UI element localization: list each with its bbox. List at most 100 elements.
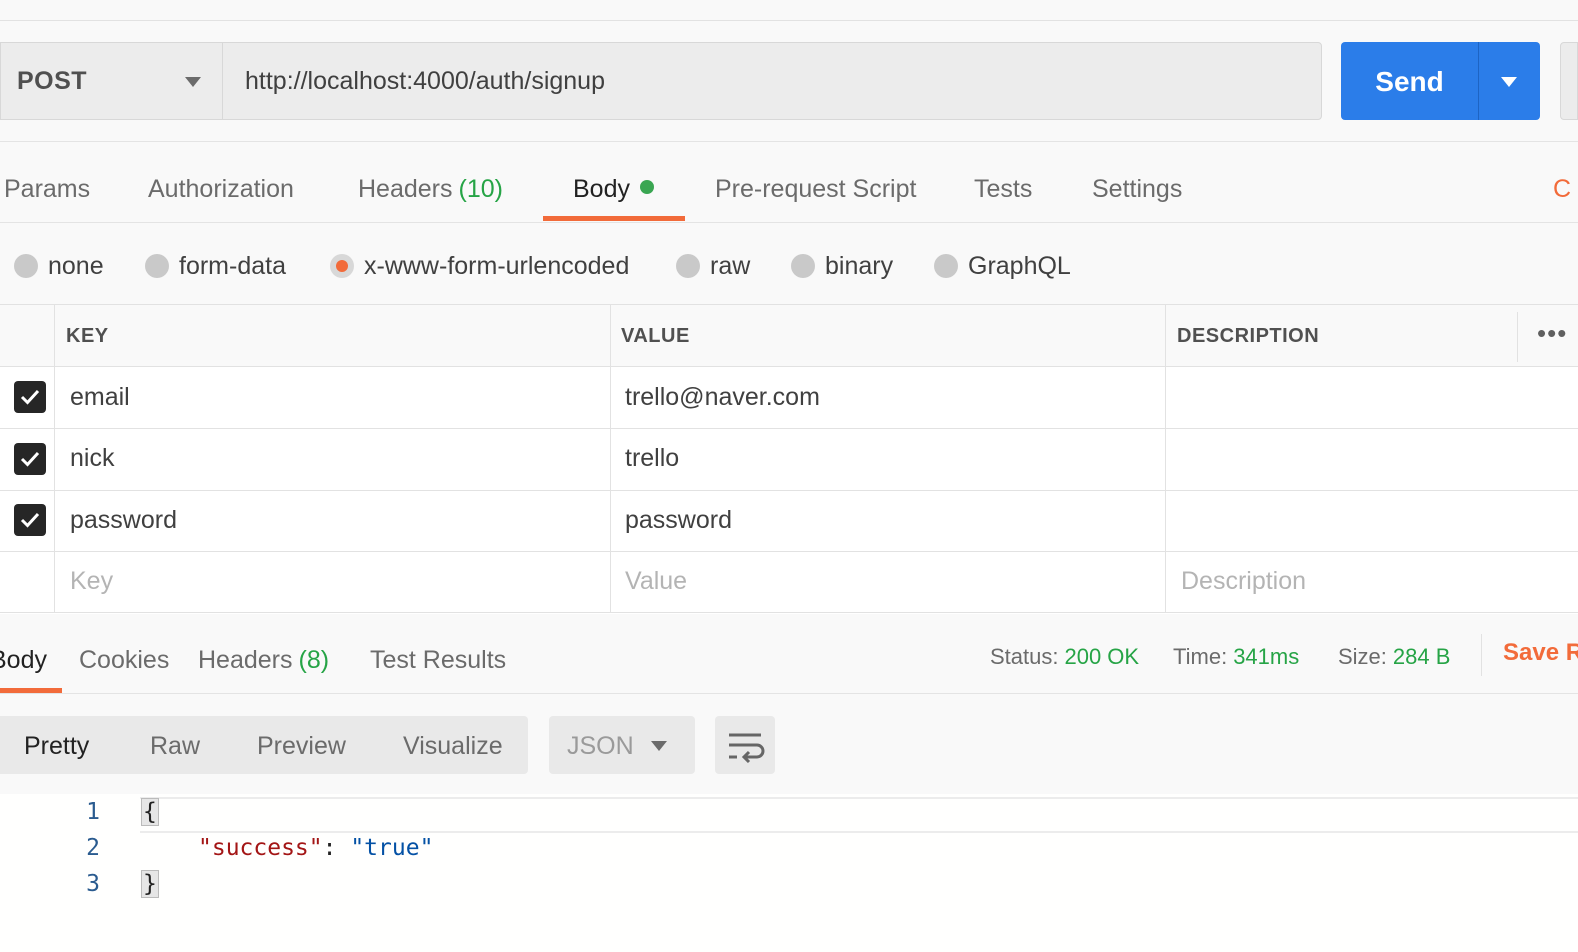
json-value: "true" [350,835,434,861]
divider [1481,634,1482,676]
close-brace: } [141,870,159,898]
radio-urlencoded[interactable]: x-www-form-urlencoded [330,248,629,284]
send-button[interactable]: Send [1341,42,1478,120]
column-divider [1517,312,1518,362]
radio-form-data[interactable]: form-data [145,248,286,284]
row-enable-checkbox[interactable] [14,381,46,413]
view-mode-pretty[interactable]: Pretty [24,716,89,774]
row-enable-checkbox[interactable] [14,443,46,475]
headers-count: (10) [458,175,503,203]
value-cell[interactable]: trello@naver.com [625,382,820,412]
tab-body[interactable]: Body [573,160,654,218]
key-cell[interactable]: nick [70,443,114,473]
column-header-value: VALUE [621,305,690,366]
divider [0,693,1578,694]
time-value: 341ms [1233,644,1300,669]
divider [0,222,1578,223]
line-number: 1 [86,799,100,825]
radio-icon [791,254,815,278]
save-request-button-edge[interactable] [1560,42,1578,120]
radio-icon [676,254,700,278]
tab-params[interactable]: Params [4,160,90,218]
tab-label: Body [573,175,630,203]
current-line-highlight [140,797,1578,833]
tab-label: Authorization [148,175,294,203]
description-placeholder-input[interactable]: Description [1181,566,1306,596]
response-tab-headers[interactable]: Headers (8) [198,640,329,690]
active-tab-underline [543,216,685,221]
value-cell[interactable]: trello [625,443,679,473]
chevron-down-icon [651,741,667,751]
column-header-description: DESCRIPTION [1177,305,1320,366]
column-divider [1165,305,1166,613]
chevron-down-icon [1501,77,1517,87]
json-key: "success" [198,835,323,861]
size-value: 284 B [1392,644,1451,669]
more-options-icon[interactable]: ••• [1537,318,1567,349]
key-cell[interactable]: password [70,505,177,535]
tab-settings[interactable]: Settings [1092,160,1182,218]
column-divider [610,305,611,613]
method-select[interactable]: POST [0,42,222,120]
tab-prerequest-script[interactable]: Pre-request Script [715,160,916,218]
open-brace: { [141,798,159,826]
radio-none[interactable]: none [14,248,104,284]
send-options-button[interactable] [1479,42,1540,120]
check-icon [20,389,40,405]
tab-authorization[interactable]: Authorization [148,160,294,218]
status-value: 200 OK [1064,644,1140,669]
tab-label: Tests [974,175,1033,203]
save-response-button[interactable]: Save R [1503,636,1578,670]
radio-raw[interactable]: raw [676,248,750,284]
body-indicator-dot [639,180,654,195]
view-mode-visualize[interactable]: Visualize [403,716,503,774]
url-text: http://localhost:4000/auth/signup [245,66,605,95]
value-placeholder-input[interactable]: Value [625,566,687,596]
row-divider [0,490,1578,491]
radio-binary[interactable]: binary [791,248,893,284]
radio-label: GraphQL [968,251,1071,280]
radio-label: x-www-form-urlencoded [364,251,630,280]
response-tab-body[interactable]: Body [0,640,47,690]
tab-label: Params [4,175,91,203]
radio-label: binary [825,251,894,280]
radio-label: form-data [179,251,286,280]
radio-selected-icon [330,254,354,278]
check-icon [20,451,40,467]
radio-icon [14,254,38,278]
send-button-group[interactable]: Send [1341,42,1540,120]
check-icon [20,512,40,528]
time-label: Time: [1173,644,1228,669]
tab-label: Headers [198,646,293,674]
line-number: 2 [86,835,100,861]
top-strip [0,0,1578,21]
tab-label: Pre-request Script [715,175,917,203]
radio-icon [934,254,958,278]
tab-headers[interactable]: Headers (10) [358,160,503,218]
tab-tests[interactable]: Tests [974,160,1032,218]
key-cell[interactable]: email [70,382,130,412]
response-tab-cookies[interactable]: Cookies [79,640,169,690]
json-colon: : [322,835,351,861]
radio-label: none [48,251,104,280]
code-line-2: "success": "true" [198,830,433,866]
view-mode-raw[interactable]: Raw [150,716,200,774]
radio-icon [145,254,169,278]
radio-label: raw [710,251,751,280]
wrap-lines-icon [729,733,765,764]
row-divider [0,551,1578,552]
view-mode-preview[interactable]: Preview [257,716,346,774]
wrap-lines-button[interactable] [715,716,775,774]
row-divider [0,366,1578,367]
radio-graphql[interactable]: GraphQL [934,248,1071,284]
key-placeholder-input[interactable]: Key [70,566,113,596]
row-enable-checkbox[interactable] [14,504,46,536]
response-tab-test-results[interactable]: Test Results [370,640,506,690]
table-header-row [0,305,1578,366]
url-input[interactable]: http://localhost:4000/auth/signup [222,42,1322,120]
divider [0,141,1578,142]
response-status: Status: 200 OK [990,640,1139,674]
format-select[interactable]: JSON [549,716,695,774]
cookies-link[interactable]: C [1553,160,1571,218]
value-cell[interactable]: password [625,505,732,535]
